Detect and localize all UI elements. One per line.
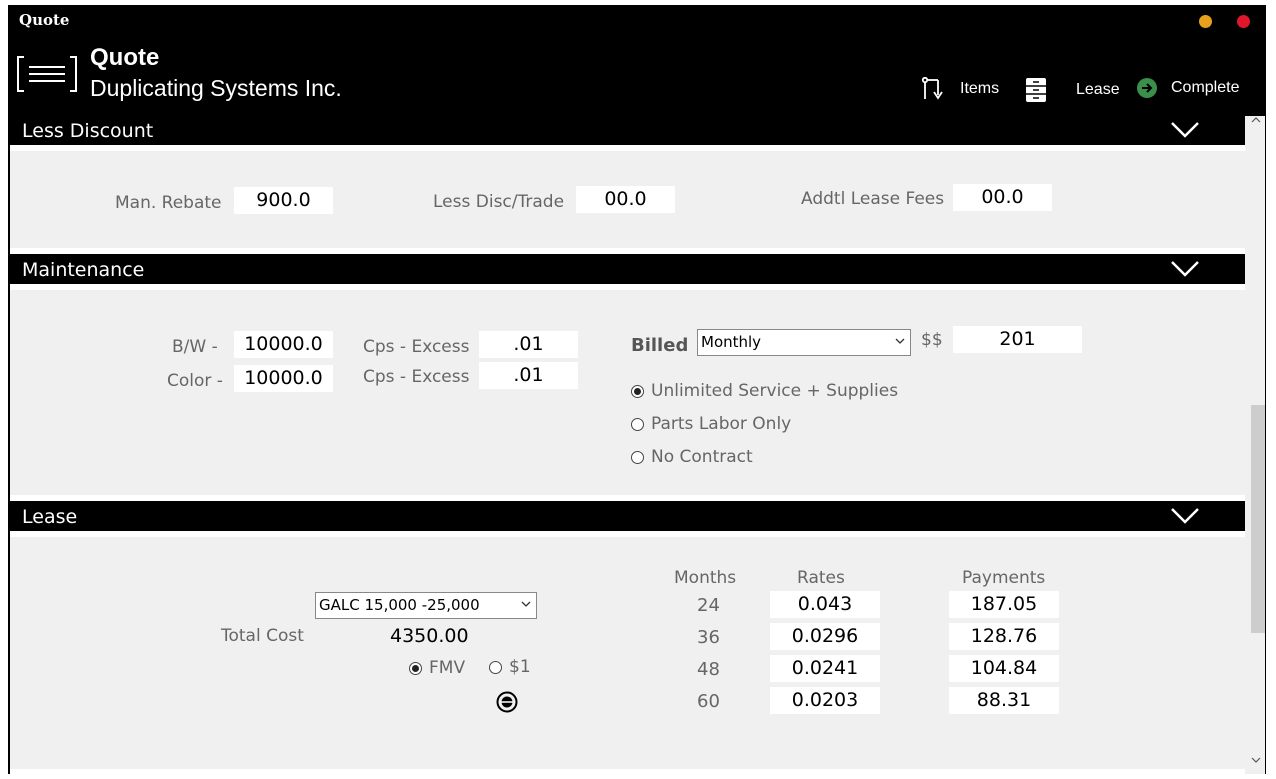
section-body-lease: GALC 15,000 -25,000 Total Cost 4350.00 F… [10,537,1245,769]
payment-24-field[interactable]: 187.05 [949,591,1059,618]
items-icon [921,77,943,100]
company-name: Duplicating Systems Inc. [90,75,342,101]
months-24: 24 [697,595,720,616]
rates-header: Rates [797,568,845,588]
radio-parts-labor[interactable] [631,418,644,431]
arrow-circle-icon [1137,78,1157,98]
rate-48-field[interactable]: 0.0241 [770,655,880,682]
rate-60-field[interactable]: 0.0203 [770,687,880,714]
months-header: Months [674,568,737,588]
bw-cps-label: Cps - Excess [363,337,470,357]
option-unlimited-label: Unlimited Service + Supplies [651,381,899,401]
nav-lease-button[interactable]: Lease [1025,77,1120,103]
section-header-less-discount[interactable]: Less Discount [10,115,1245,145]
billed-label: Billed [631,335,689,356]
radio-no-contract[interactable] [631,451,644,464]
menu-icon[interactable] [17,55,77,93]
nav-items-button[interactable]: Items [921,77,999,101]
radio-fmv[interactable] [409,662,422,675]
months-36: 36 [697,627,720,648]
scroll-thumb[interactable] [1251,405,1265,633]
man-rebate-label: Man. Rebate [115,193,222,213]
minimize-button[interactable] [1199,15,1212,28]
payments-header: Payments [962,568,1046,588]
payment-36-field[interactable]: 128.76 [949,623,1059,650]
billed-select[interactable]: Monthly [697,329,911,356]
bw-field[interactable]: 10000.0 [234,331,333,358]
chevron-down-icon [895,338,905,344]
addtl-fees-field[interactable]: 00.0 [953,184,1052,211]
page-title: Quote [90,44,160,71]
less-disc-label: Less Disc/Trade [433,192,565,212]
total-cost-label: Total Cost [221,626,304,646]
scroll-down-icon[interactable] [1251,756,1261,764]
radio-unlimited[interactable] [631,385,644,398]
calculate-icon[interactable] [496,691,518,713]
chevron-down-icon[interactable] [1170,121,1200,139]
addtl-fees-label: Addtl Lease Fees [801,189,945,209]
section-body-maintenance: B/W - 10000.0 Cps - Excess .01 Color - 1… [10,290,1245,495]
lease-program-select[interactable]: GALC 15,000 -25,000 [315,592,537,619]
months-60: 60 [697,691,720,712]
header: Quote Duplicating Systems Inc. Items Lea… [8,35,1266,113]
color-label: Color - [167,371,223,391]
section-body-less-discount: Man. Rebate 900.0 Less Disc/Trade 00.0 A… [10,151,1245,248]
content-area: Less Discount Man. Rebate 900.0 Less Dis… [10,115,1245,774]
payment-60-field[interactable]: 88.31 [949,687,1059,714]
option-parts-labor-label: Parts Labor Only [651,414,792,434]
dollars-label: $$ [921,330,943,350]
dollars-field[interactable]: 201 [953,326,1082,353]
rate-24-field[interactable]: 0.043 [770,591,880,618]
quote-window: Quote Quote Duplicating Systems Inc. Ite… [8,5,1266,774]
total-cost-value: 4350.00 [390,625,469,647]
payment-48-field[interactable]: 104.84 [949,655,1059,682]
color-cps-field[interactable]: .01 [479,362,578,389]
fmv-label: FMV [429,658,466,678]
lease-program-value: GALC 15,000 -25,000 [319,596,480,614]
less-disc-field[interactable]: 00.0 [576,186,675,213]
section-title: Maintenance [22,259,145,281]
option-no-contract-label: No Contract [651,447,753,467]
nav-lease-label: Lease [1076,81,1120,98]
section-title: Lease [22,506,78,528]
dollar1-label: $1 [509,657,531,677]
billed-value: Monthly [701,333,762,351]
section-header-lease[interactable]: Lease [10,501,1245,531]
title-bar: Quote [8,5,1266,35]
man-rebate-field[interactable]: 900.0 [234,187,333,214]
nav-items-label: Items [960,80,1000,97]
color-field[interactable]: 10000.0 [234,365,333,392]
section-header-maintenance[interactable]: Maintenance [10,254,1245,284]
nav-complete-button[interactable]: Complete [1136,77,1239,99]
chevron-down-icon[interactable] [1170,507,1200,525]
section-title: Less Discount [22,120,154,142]
vertical-scrollbar[interactable] [1245,116,1265,774]
window-title: Quote [19,11,70,29]
months-48: 48 [697,659,720,680]
close-button[interactable] [1237,15,1250,28]
bw-cps-field[interactable]: .01 [479,331,578,358]
bw-label: B/W - [172,337,218,357]
chevron-down-icon[interactable] [1170,260,1200,278]
scroll-up-icon[interactable] [1251,116,1261,124]
nav-complete-label: Complete [1171,79,1240,96]
cabinet-icon [1026,78,1046,102]
radio-dollar1[interactable] [489,661,502,674]
rate-36-field[interactable]: 0.0296 [770,623,880,650]
chevron-down-icon [521,601,531,607]
color-cps-label: Cps - Excess [363,367,470,387]
